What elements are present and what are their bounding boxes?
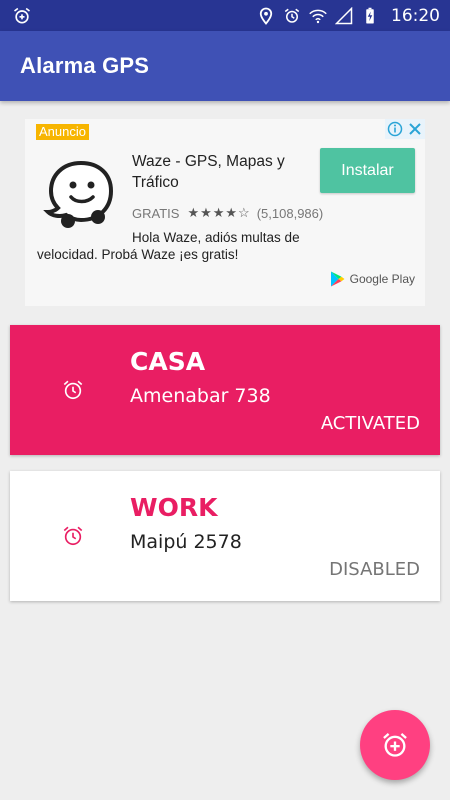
location-icon	[259, 7, 273, 25]
app-bar: Alarma GPS	[0, 31, 450, 101]
battery-charging-icon	[366, 7, 374, 23]
wifi-icon	[309, 9, 327, 23]
alarm-name: CASA	[130, 347, 206, 376]
close-icon[interactable]	[405, 119, 425, 139]
ad-choices[interactable]	[385, 119, 425, 139]
waze-logo-icon	[43, 160, 114, 228]
ad-banner[interactable]: Anuncio Waze - GPS, Mapas y Tráfico Inst…	[25, 119, 425, 306]
google-play-badge[interactable]: Google Play	[328, 270, 415, 288]
alarm-icon	[63, 526, 83, 546]
store-label: Google Play	[349, 272, 415, 286]
alarm-add-icon	[14, 7, 31, 24]
alarm-status[interactable]: DISABLED	[329, 559, 420, 580]
alarm-address: Maipú 2578	[130, 531, 242, 553]
add-alarm-button[interactable]	[360, 710, 430, 780]
ad-reviews: (5,108,986)	[256, 205, 324, 221]
ad-meta: GRATIS ★★★★☆ (5,108,986)	[132, 205, 323, 221]
ad-price: GRATIS	[132, 205, 180, 221]
status-time: 16:20	[391, 5, 440, 26]
ad-badge: Anuncio	[36, 124, 89, 140]
alarm-address: Amenabar 738	[130, 385, 271, 407]
install-button[interactable]: Instalar	[320, 148, 415, 193]
google-play-icon	[330, 271, 345, 287]
page-title: Alarma GPS	[20, 53, 150, 78]
info-icon[interactable]	[385, 119, 405, 139]
alarm-card-work[interactable]: WORK Maipú 2578 DISABLED	[10, 471, 440, 601]
ad-title[interactable]: Waze - GPS, Mapas y Tráfico	[132, 151, 312, 193]
alarm-icon	[63, 380, 83, 400]
signal-icon	[335, 6, 353, 24]
alarm-name: WORK	[130, 493, 218, 522]
alarm-status[interactable]: ACTIVATED	[321, 413, 420, 434]
rating-stars-icon: ★★★★☆	[187, 205, 251, 220]
ad-description: Hola Waze, adiós multas de velocidad. Pr…	[37, 230, 300, 262]
alarm-card-casa[interactable]: CASA Amenabar 738 ACTIVATED	[10, 325, 440, 455]
alarm-icon	[284, 8, 300, 23]
status-bar: 16:20	[0, 0, 450, 31]
alarm-add-icon	[383, 733, 407, 757]
